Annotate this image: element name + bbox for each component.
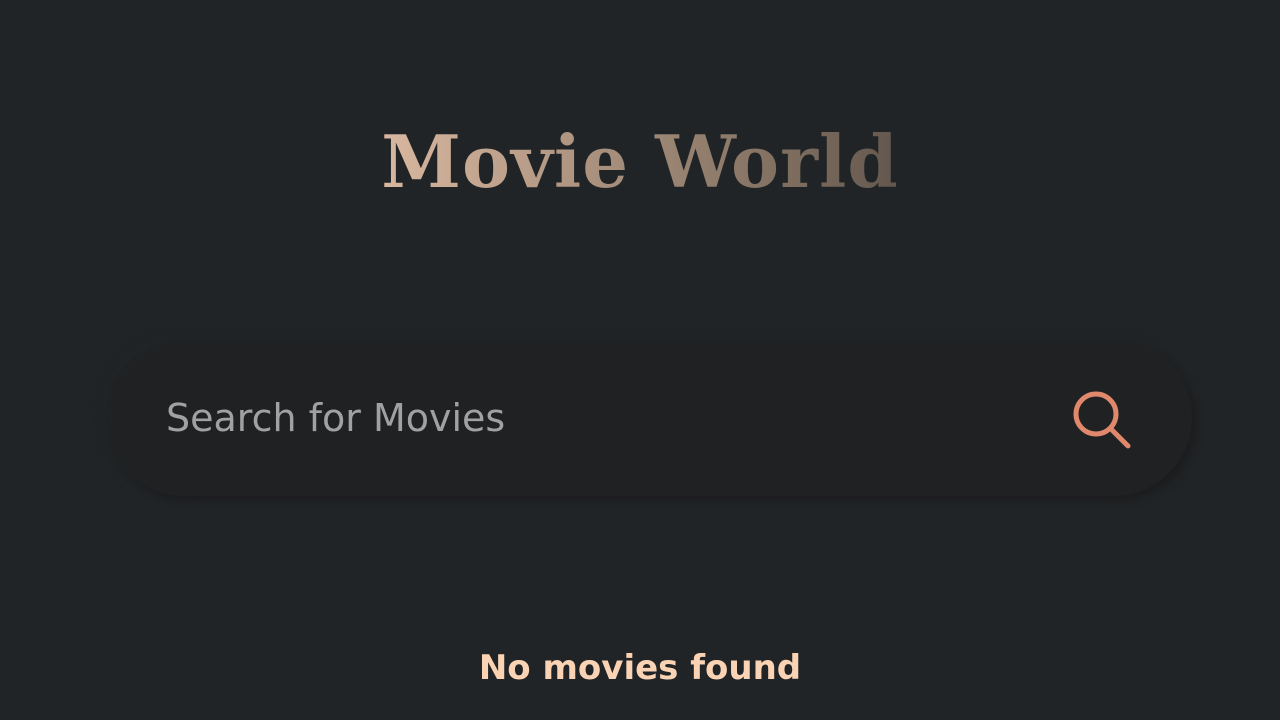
search-button[interactable] [1064, 384, 1140, 454]
search-bar [106, 340, 1192, 496]
search-icon [1073, 391, 1131, 449]
search-input[interactable] [166, 388, 1026, 448]
app-title: Movie World [0, 112, 1280, 212]
empty-results-message: No movies found [478, 648, 802, 688]
